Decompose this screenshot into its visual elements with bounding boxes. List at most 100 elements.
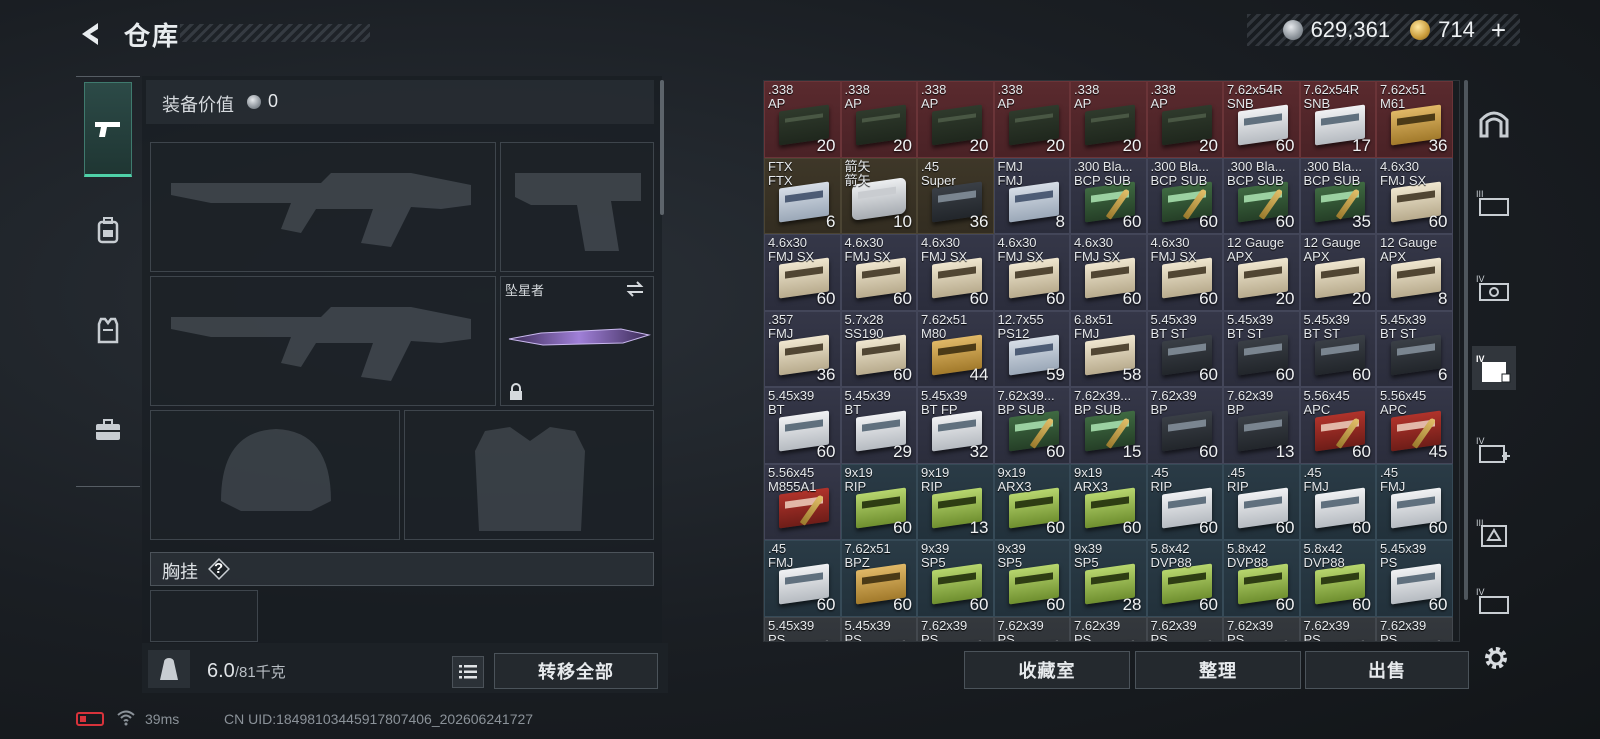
ammo-item[interactable]: 12 Gauge APX 20 — [1299, 234, 1376, 311]
ammo-item[interactable]: 5.8x42 DVP88 60 — [1223, 540, 1300, 617]
ammo-item[interactable]: 4.6x30 FMJ SX 60 — [840, 234, 917, 311]
collection-room-button[interactable]: 收藏室 — [964, 651, 1130, 689]
ammo-item[interactable]: 5.45x39 BT ST 60 — [1223, 310, 1300, 387]
ammo-item[interactable]: 7.62x39 BP 13 — [1223, 387, 1300, 464]
tier3-case-tab[interactable]: III — [1472, 180, 1516, 224]
equipment-scrollbar[interactable] — [660, 80, 664, 215]
ammo-item[interactable]: 5.8x42 DVP88 60 — [1146, 540, 1223, 617]
ammo-item[interactable]: 7.62x51 BPZ 60 — [840, 540, 917, 617]
ammo-item[interactable]: .338 AP 20 — [764, 81, 841, 158]
ammo-item[interactable]: 5.56x45 APC 60 — [1299, 387, 1376, 464]
ammo-item[interactable]: 12 Gauge APX 8 — [1376, 234, 1453, 311]
ammo-item[interactable]: .338 AP 20 — [1070, 81, 1147, 158]
ammo-item[interactable]: 4.6x30 FMJ SX 60 — [1146, 234, 1223, 311]
tier3-box-tab[interactable]: III — [1472, 510, 1516, 554]
help-icon[interactable]: ? — [208, 558, 230, 580]
tab-equipment-case[interactable] — [84, 382, 132, 477]
primary-weapon-slot[interactable] — [150, 142, 496, 272]
ammo-item[interactable]: 4.6x30 FMJ SX 60 — [993, 234, 1070, 311]
ammo-item[interactable]: .338 AP 20 — [1146, 81, 1223, 158]
ammo-item[interactable]: 7.62x39 PS — [1299, 616, 1376, 641]
ammo-item[interactable]: 5.45x39 PS — [840, 616, 917, 641]
ammo-item[interactable]: 4.6x30 FMJ SX 60 — [1376, 157, 1453, 234]
tab-weapons[interactable] — [84, 82, 132, 177]
ammo-item[interactable]: 7.62x54R SNB 17 — [1299, 81, 1376, 158]
ammo-item[interactable]: 7.62x39 PS — [1376, 616, 1453, 641]
settings-button[interactable] — [1478, 640, 1514, 676]
ammo-item[interactable]: 5.45x39 BT 29 — [840, 387, 917, 464]
ammo-item[interactable]: .338 AP 20 — [993, 81, 1070, 158]
ammo-item[interactable]: .45 Super 36 — [917, 157, 994, 234]
ammo-item[interactable]: .45 RIP 60 — [1146, 463, 1223, 540]
vault-tab[interactable] — [1472, 100, 1516, 144]
ammo-item[interactable]: .300 Bla... BCP SUB 60 — [1223, 157, 1300, 234]
ammo-item[interactable]: 4.6x30 FMJ SX 60 — [764, 234, 841, 311]
ammo-item[interactable]: 5.7x28 SS190 60 — [840, 310, 917, 387]
tab-backpack[interactable] — [84, 182, 132, 277]
swap-icon[interactable] — [625, 280, 645, 298]
ammo-item[interactable]: 7.62x39 PS — [993, 616, 1070, 641]
tier4-medkit-tab[interactable]: IV — [1472, 428, 1516, 472]
ammo-item[interactable]: FTX FTX 6 — [764, 157, 841, 234]
ammo-item[interactable]: 7.62x51 M61 36 — [1376, 81, 1453, 158]
tier4-case-tab[interactable]: IV — [1472, 265, 1516, 309]
tier4-container-tab[interactable]: IV — [1472, 586, 1516, 616]
ammo-item[interactable]: .300 Bla... BCP SUB 60 — [1146, 157, 1223, 234]
pistol-slot[interactable] — [500, 142, 654, 272]
ammo-item[interactable]: 9x39 SP5 60 — [993, 540, 1070, 617]
ammo-item[interactable]: 7.62x39 PS — [1223, 616, 1300, 641]
ammo-item[interactable]: 12 Gauge APX 20 — [1223, 234, 1300, 311]
ammo-item[interactable]: 4.6x30 FMJ SX 60 — [1070, 234, 1147, 311]
ammo-item[interactable]: .45 FMJ 60 — [764, 540, 841, 617]
body-armor-slot[interactable] — [404, 410, 654, 540]
ammo-item[interactable]: 9x19 ARX3 60 — [993, 463, 1070, 540]
ammo-item[interactable]: 9x39 SP5 28 — [1070, 540, 1147, 617]
sell-button[interactable]: 出售 — [1305, 651, 1469, 689]
ammo-item[interactable]: 5.45x39 BT FP 32 — [917, 387, 994, 464]
ammo-item[interactable]: .300 Bla... BCP SUB 35 — [1299, 157, 1376, 234]
ammo-item[interactable]: 6.8x51 FMJ 58 — [1070, 310, 1147, 387]
ammo-item[interactable]: 9x19 RIP 60 — [840, 463, 917, 540]
ammo-item[interactable]: .45 FMJ 60 — [1376, 463, 1453, 540]
ammo-item[interactable]: 7.62x39 PS — [917, 616, 994, 641]
ammo-item[interactable]: 4.6x30 FMJ SX 60 — [917, 234, 994, 311]
ammo-item[interactable]: 7.62x39 PS — [1070, 616, 1147, 641]
ammo-item[interactable]: 5.45x39 BT ST 60 — [1146, 310, 1223, 387]
ammo-item[interactable]: 9x39 SP5 60 — [917, 540, 994, 617]
ammo-item[interactable]: 5.56x45 M855A1 — [764, 463, 841, 540]
inventory-scrollbar[interactable] — [1464, 80, 1468, 600]
ammo-item[interactable]: FMJ FMJ 8 — [993, 157, 1070, 234]
ammo-item[interactable]: .45 RIP 60 — [1223, 463, 1300, 540]
transfer-all-button[interactable]: 转移全部 — [494, 653, 658, 689]
add-currency-button[interactable]: + — [1491, 15, 1506, 46]
secondary-weapon-slot[interactable] — [150, 276, 496, 406]
ammo-item[interactable]: 7.62x39 BP 60 — [1146, 387, 1223, 464]
ammo-item[interactable]: 7.62x39... BP SUB 15 — [1070, 387, 1147, 464]
helmet-slot[interactable] — [150, 410, 400, 540]
ammo-item[interactable]: 7.62x54R SNB 60 — [1223, 81, 1300, 158]
tab-armor[interactable] — [84, 282, 132, 377]
organize-button[interactable]: 整理 — [1135, 651, 1301, 689]
ammo-item[interactable]: 7.62x51 M80 44 — [917, 310, 994, 387]
ammo-item[interactable]: 12.7x55 PS12 59 — [993, 310, 1070, 387]
ammo-item[interactable]: 5.45x39 PS 60 — [1376, 540, 1453, 617]
ammo-item[interactable]: .357 FMJ 36 — [764, 310, 841, 387]
ammo-item[interactable]: 7.62x39 PS — [1146, 616, 1223, 641]
ammo-item[interactable]: .300 Bla... BCP SUB 60 — [1070, 157, 1147, 234]
ammo-item[interactable]: .338 AP 20 — [840, 81, 917, 158]
ammo-item[interactable]: 5.56x45 APC 45 — [1376, 387, 1453, 464]
ammo-item[interactable]: 5.45x39 PS — [764, 616, 841, 641]
ammo-item[interactable]: 9x19 ARX3 60 — [1070, 463, 1147, 540]
list-view-button[interactable] — [452, 656, 484, 688]
ammo-item[interactable]: 9x19 RIP 13 — [917, 463, 994, 540]
chest-rig-slot[interactable] — [150, 590, 258, 642]
ammo-item[interactable]: 5.45x39 BT ST 60 — [1299, 310, 1376, 387]
tier4-folder-tab[interactable]: IV — [1472, 346, 1516, 390]
ammo-item[interactable]: 5.45x39 BT 60 — [764, 387, 841, 464]
back-arrow-icon[interactable] — [76, 19, 106, 49]
ammo-item[interactable]: .45 FMJ 60 — [1299, 463, 1376, 540]
ammo-item[interactable]: .338 AP 20 — [917, 81, 994, 158]
ammo-item[interactable]: 7.62x39... BP SUB 60 — [993, 387, 1070, 464]
ammo-item[interactable]: 5.8x42 DVP88 60 — [1299, 540, 1376, 617]
ammo-item[interactable]: 箭矢 箭矢 10 — [840, 157, 917, 234]
